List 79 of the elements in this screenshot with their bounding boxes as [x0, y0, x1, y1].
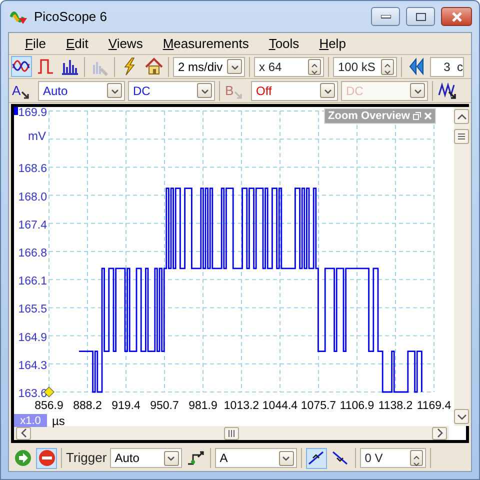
caret-icon [278, 450, 294, 466]
menu-item[interactable]: Edit [56, 34, 98, 54]
trigger-mode-dropdown[interactable]: Auto [110, 448, 182, 468]
menu-item[interactable]: File [15, 34, 56, 54]
caret-icon [164, 450, 179, 466]
caret-icon [107, 83, 122, 98]
x-unit-label: µs [52, 414, 65, 428]
square-wave-mode-button[interactable] [35, 56, 56, 77]
y-axis-label: 163.6 [18, 388, 47, 400]
scrollbar-thumb[interactable] [454, 129, 469, 144]
scroll-right-button[interactable] [432, 426, 447, 440]
zoom-overview-title: Zoom Overview [328, 108, 410, 124]
spin-arrows-icon[interactable] [410, 450, 423, 466]
caret-icon [197, 83, 212, 98]
menu-item[interactable]: Views [98, 34, 153, 54]
x-axis-label: 950.7 [150, 400, 179, 412]
y-axis-label: 167.4 [18, 219, 47, 232]
x-axis-label: 1169.4 [416, 400, 452, 412]
x-axis-label: 856.9 [34, 400, 64, 412]
channel-marker-icon [14, 107, 18, 115]
range-dropdown[interactable]: Auto [38, 80, 125, 100]
pointer-arrow-icon [20, 90, 29, 98]
coupling-dropdown[interactable]: DC [128, 80, 215, 100]
close-button[interactable] [441, 7, 472, 26]
scroll-up-button[interactable] [454, 109, 469, 124]
caret-icon [227, 59, 242, 74]
minimize-button[interactable] [371, 7, 400, 26]
scroll-left-button[interactable] [16, 426, 31, 440]
y-axis-label: 168.6 [18, 163, 47, 176]
range-dropdown[interactable]: Off [251, 80, 338, 100]
x-axis-label: 1044.4 [262, 400, 298, 412]
close-icon[interactable] [424, 112, 432, 120]
signal-generator-icon[interactable] [437, 80, 458, 101]
timebase-dropdown[interactable]: 2 ms/div [173, 56, 245, 76]
threshold-spinbox[interactable]: 0 V [360, 448, 426, 468]
y-axis-label: 169.9 [18, 107, 47, 119]
y-axis-label: 164.3 [18, 360, 47, 372]
menu-item[interactable]: Help [309, 34, 356, 54]
stop-button[interactable] [36, 448, 57, 468]
scroll-down-button[interactable] [454, 409, 469, 424]
restore-icon[interactable] [413, 112, 421, 120]
caret-icon [320, 83, 335, 98]
x-axis-label: 888.2 [73, 400, 102, 412]
y-axis-label: 166.8 [18, 248, 47, 260]
x-axis-label: 1138.2 [378, 400, 413, 412]
y-axis-label: 166.1 [18, 276, 47, 288]
y-axis-label: 165.5 [18, 304, 47, 316]
spin-arrows-icon[interactable] [308, 58, 321, 74]
pointer-arrow-icon [234, 90, 242, 98]
scrollbar-thumb[interactable] [224, 426, 239, 440]
trigger-label: Trigger [66, 449, 107, 468]
sine-wave-mode-button[interactable] [11, 56, 32, 77]
rising-edge-button[interactable] [306, 448, 327, 468]
zoom-factor-label: x1.0 [14, 414, 47, 427]
spin-arrows-icon[interactable] [381, 58, 394, 74]
x-axis-label: 919.4 [112, 400, 140, 412]
y-unit-label: mV [28, 129, 46, 144]
app-logo-icon [10, 8, 28, 24]
start-button[interactable] [12, 448, 33, 468]
channel-button[interactable]: A [11, 80, 35, 101]
caret-icon [410, 83, 425, 98]
x-axis-label: 981.9 [188, 400, 218, 412]
home-icon[interactable] [143, 56, 164, 77]
y-axis-label: 164.9 [18, 332, 47, 344]
x-axis-label: 1075.7 [300, 400, 336, 412]
menu-item[interactable]: Tools [258, 34, 310, 54]
x-axis-label: 1106.9 [340, 400, 374, 412]
samples-spinbox[interactable]: 100 kS [333, 56, 397, 76]
maximize-icon [416, 12, 426, 20]
menu-item[interactable]: Measurements [152, 34, 259, 54]
y-axis-label: 168.0 [18, 191, 47, 204]
minimize-icon [380, 14, 390, 18]
close-icon [452, 12, 462, 22]
maximize-button[interactable] [406, 7, 435, 26]
x-axis-label: 1013.2 [224, 400, 260, 412]
buffer-field[interactable]: 3 c [430, 56, 464, 76]
zoom-spinbox[interactable]: x 64 [254, 56, 324, 76]
window-title: PicoScope 6 [34, 8, 107, 26]
trigger-source-dropdown[interactable]: A [214, 448, 297, 468]
